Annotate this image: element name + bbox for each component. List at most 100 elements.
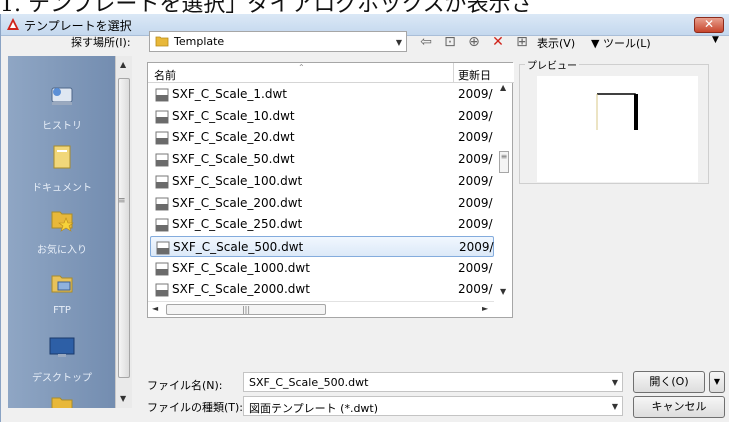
file-name: SXF_C_Scale_10.dwt (172, 108, 295, 123)
new-folder-icon[interactable]: ⊞ (513, 33, 531, 51)
scroll-thumb[interactable] (118, 78, 130, 378)
file-date: 2009/ (458, 260, 493, 275)
file-row[interactable]: SXF_C_Scale_250.dwt 2009/ (150, 214, 494, 235)
file-name: SXF_C_Scale_50.dwt (172, 152, 295, 167)
scroll-down-icon[interactable]: ▼ (500, 287, 506, 296)
tools-menu[interactable]: ▼ ツール(L) (591, 35, 651, 51)
file-row[interactable]: SXF_C_Scale_50.dwt 2009/ (150, 149, 494, 170)
up-folder-icon[interactable]: ⊡ (441, 33, 459, 51)
dwt-file-icon (156, 241, 170, 255)
template-thumbnail (537, 76, 698, 182)
open-button[interactable]: 開く(O) (633, 371, 705, 393)
file-name: SXF_C_Scale_1000.dwt (172, 260, 310, 275)
dwt-file-icon (155, 88, 169, 102)
back-arrow-icon[interactable]: ⇦ (417, 33, 435, 51)
places-bar: ヒストリ ドキュメント お気に入り FTP デスクトップ (8, 56, 132, 408)
select-template-dialog: テンプレートを選択 ✕ 探す場所(I): Template ▼ ⇦ ⊡ ⊕ ✕ … (0, 14, 729, 422)
column-date[interactable]: 更新日 (458, 67, 491, 83)
place-history[interactable]: ヒストリ (8, 80, 116, 132)
file-row[interactable]: SXF_C_Scale_10.dwt 2009/ (150, 106, 494, 127)
dwt-file-icon (155, 218, 169, 232)
scroll-thumb[interactable]: ≡ (499, 151, 509, 173)
place-desktop[interactable]: デスクトップ (8, 332, 116, 384)
file-row[interactable]: SXF_C_Scale_20.dwt 2009/ (150, 127, 494, 148)
place-ftp[interactable]: FTP (8, 268, 116, 316)
window-title: テンプレートを選択 (24, 19, 132, 33)
file-row[interactable]: SXF_C_Scale_1.dwt 2009/ (150, 84, 494, 105)
grip-icon: ≡ (118, 196, 126, 206)
background-heading: 1. テンプレートを選択」ダイアログボックスが表示さ (0, 0, 533, 14)
file-date: 2009/ (458, 173, 493, 188)
documents-icon (53, 145, 71, 169)
file-row[interactable]: SXF_C_Scale_1000.dwt 2009/ (150, 258, 494, 279)
open-options-button[interactable]: ▼ (709, 371, 725, 393)
file-row[interactable]: SXF_C_Scale_200.dwt 2009/ (150, 193, 494, 214)
file-date: 2009/ (458, 87, 493, 101)
list-header: 名前 ⌃ 更新日 (148, 63, 514, 83)
list-vertical-scrollbar[interactable]: ▲ ≡ ▼ (496, 83, 512, 301)
column-name[interactable]: 名前 (154, 67, 176, 83)
dwt-file-icon (155, 153, 169, 167)
file-row[interactable]: SXF_C_Scale_100.dwt 2009/ (150, 171, 494, 192)
scroll-thumb[interactable]: ||| (166, 304, 326, 315)
file-date: 2009/ (458, 282, 493, 297)
dwt-file-icon (155, 197, 169, 210)
file-name: SXF_C_Scale_250.dwt (172, 217, 303, 232)
places-scrollbar[interactable]: ▲ ≡ ▼ (115, 56, 132, 408)
file-name-value: SXF_C_Scale_500.dwt (249, 376, 369, 389)
chevron-down-icon[interactable]: ▼ (612, 402, 618, 411)
file-name: SXF_C_Scale_100.dwt (172, 173, 303, 188)
list-horizontal-scrollbar[interactable]: ◄ ||| ► (148, 301, 494, 317)
scroll-left-icon[interactable]: ◄ (152, 304, 158, 313)
favorites-icon (51, 211, 74, 232)
file-date: 2009/ (458, 108, 493, 123)
scroll-down-icon[interactable]: ▼ (120, 394, 126, 403)
preview-label: プレビュー (525, 57, 579, 72)
views-menu[interactable]: 表示(V) (537, 35, 575, 51)
place-label: ヒストリ (42, 121, 82, 132)
search-web-icon[interactable]: ⊕ (465, 33, 483, 51)
file-row[interactable]: SXF_C_Scale_2000.dwt 2009/ (150, 279, 494, 300)
file-date: 2009/ (458, 217, 493, 232)
cancel-button[interactable]: キャンセル (633, 396, 725, 418)
file-name: SXF_C_Scale_200.dwt (172, 195, 303, 210)
scroll-up-icon[interactable]: ▲ (500, 83, 506, 92)
dwt-file-icon (155, 175, 169, 189)
look-in-value: Template (174, 35, 225, 48)
chevron-down-icon[interactable]: ▼ (712, 35, 719, 45)
place-favorites[interactable]: お気に入り (8, 204, 116, 256)
folder-icon (51, 397, 73, 408)
file-name-field[interactable]: SXF_C_Scale_500.dwt ▼ (243, 372, 623, 392)
chevron-down-icon[interactable]: ▼ (612, 378, 618, 387)
delete-icon[interactable]: ✕ (489, 33, 507, 51)
place-more[interactable] (8, 390, 116, 408)
autocad-icon (7, 18, 19, 30)
look-in-dropdown[interactable]: Template ▼ (149, 31, 407, 52)
dwt-file-icon (155, 131, 169, 145)
scroll-up-icon[interactable]: ▲ (120, 60, 126, 69)
place-label: お気に入り (37, 245, 87, 256)
place-label: デスクトップ (32, 373, 92, 384)
file-date: 2009/ (459, 239, 494, 254)
dwt-file-icon (155, 262, 169, 276)
sort-ascending-icon: ⌃ (298, 63, 305, 72)
close-button[interactable]: ✕ (694, 17, 724, 33)
file-date: 2009/ (458, 130, 493, 145)
desktop-icon (49, 337, 75, 357)
file-row[interactable]: SXF_C_Scale_500.dwt 2009/ (150, 235, 494, 257)
file-date: 2009/ (458, 152, 493, 167)
scroll-right-icon[interactable]: ► (482, 304, 488, 313)
file-name: SXF_C_Scale_500.dwt (173, 239, 304, 254)
column-divider (453, 63, 454, 83)
history-icon (51, 87, 73, 105)
file-type-label: ファイルの種類(T): (147, 401, 244, 414)
chevron-down-icon: ▼ (395, 38, 402, 47)
ftp-icon (51, 275, 73, 293)
file-type-dropdown[interactable]: 図面テンプレート (*.dwt) ▼ (243, 396, 623, 416)
place-documents[interactable]: ドキュメント (8, 142, 116, 194)
place-label: ドキュメント (32, 183, 92, 194)
file-name-label: ファイル名(N): (147, 379, 223, 392)
file-name: SXF_C_Scale_1.dwt (172, 87, 287, 101)
file-name: SXF_C_Scale_2000.dwt (172, 282, 310, 297)
dwt-file-icon (155, 110, 169, 124)
